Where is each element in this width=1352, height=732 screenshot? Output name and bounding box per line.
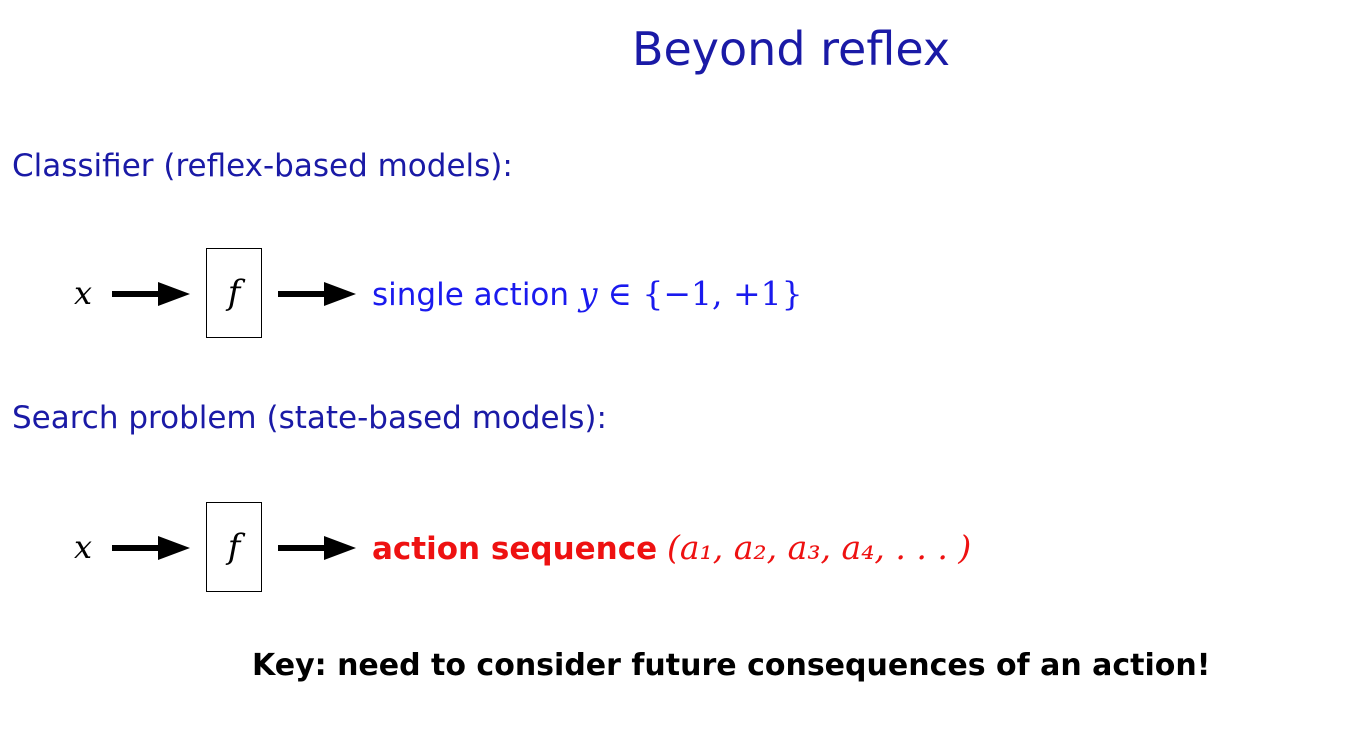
function-box: f	[206, 502, 262, 592]
output-label: single action	[372, 277, 570, 313]
output-variable: y	[578, 274, 598, 313]
function-symbol: f	[227, 273, 241, 313]
slide-title: Beyond reflex	[631, 22, 951, 76]
input-variable: x	[74, 274, 93, 312]
key-message: Key: need to consider future consequence…	[252, 648, 1211, 683]
right-arrow-icon	[112, 282, 190, 306]
classifier-flow: x f single action y ∈ {−1, +1}	[0, 248, 1352, 340]
function-box: f	[206, 248, 262, 338]
classifier-output: single action y ∈ {−1, +1}	[372, 274, 803, 313]
output-sequence: (a₁, a₂, a₃, a₄, . . . )	[667, 528, 972, 567]
output-label: action sequence	[372, 531, 658, 567]
right-arrow-icon	[278, 282, 356, 306]
search-heading: Search problem (state-based models):	[12, 400, 607, 436]
search-flow: x f action sequence (a₁, a₂, a₃, a₄, . .…	[0, 502, 1352, 594]
input-variable: x	[74, 528, 93, 566]
output-set: ∈ {−1, +1}	[607, 274, 803, 313]
function-symbol: f	[227, 527, 241, 567]
right-arrow-icon	[278, 536, 356, 560]
search-output: action sequence (a₁, a₂, a₃, a₄, . . . )	[372, 528, 971, 567]
classifier-heading: Classifier (reflex-based models):	[12, 148, 513, 184]
right-arrow-icon	[112, 536, 190, 560]
